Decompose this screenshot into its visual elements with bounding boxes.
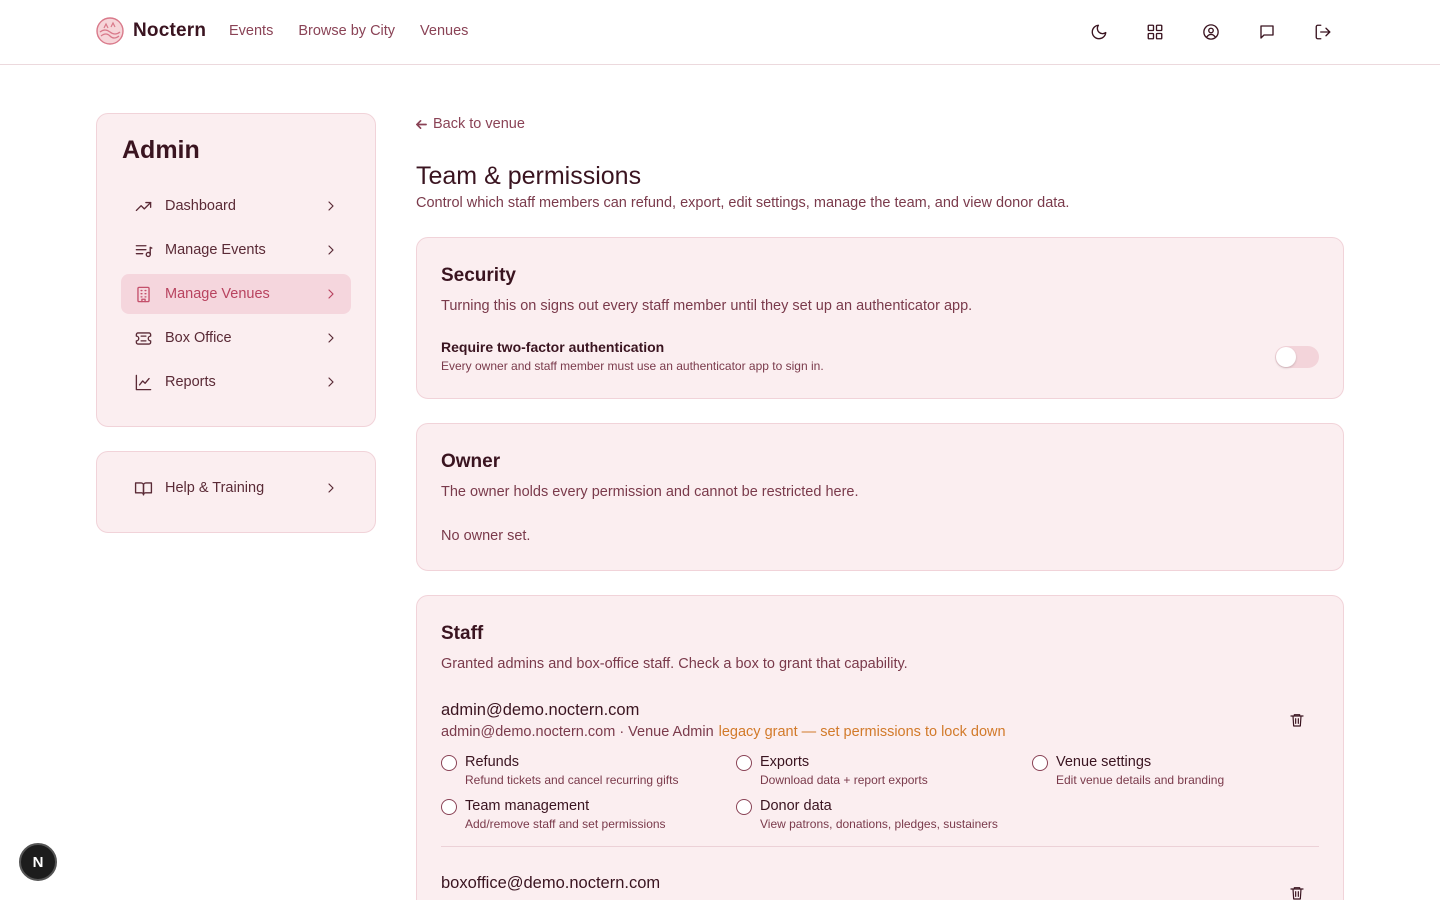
grid-icon[interactable] [1143, 20, 1167, 44]
main-nav: Events Browse by City Venues [229, 23, 468, 39]
permission-refunds: Refunds Refund tickets and cancel recurri… [441, 754, 678, 787]
permission-desc: View patrons, donations, pledges, sustai… [760, 817, 998, 831]
sidebar-item-manage-venues[interactable]: Manage Venues [121, 274, 351, 314]
owner-title: Owner [441, 451, 501, 472]
list-music-icon [133, 240, 153, 260]
permission-team-management: Team management Add/remove staff and set … [441, 798, 666, 831]
chevron-right-icon [323, 480, 339, 496]
help-card: Help & Training [96, 451, 376, 533]
header-actions [1087, 20, 1335, 44]
brand-name: Noctern [133, 20, 207, 41]
arrow-left-icon [416, 119, 427, 129]
logout-icon[interactable] [1311, 20, 1335, 44]
two-factor-hint: Every owner and staff member must use an… [441, 359, 824, 373]
sidebar-item-box-office[interactable]: Box Office [121, 318, 351, 358]
message-icon[interactable] [1255, 20, 1279, 44]
permission-checkbox[interactable] [736, 755, 752, 771]
sidebar-item-label: Manage Events [165, 242, 266, 258]
security-card: Security Turning this on signs out every… [416, 237, 1344, 399]
page-subtitle: Control which staff members can refund, … [416, 195, 1070, 211]
owner-empty-text: No owner set. [441, 528, 531, 544]
back-to-venue-link[interactable]: Back to venue [416, 116, 525, 132]
sidebar-item-label: Help & Training [165, 480, 265, 496]
permission-name: Venue settings [1056, 754, 1152, 770]
top-navbar: Noctern Events Browse by City Venues [0, 0, 1440, 65]
trash-icon [1290, 714, 1304, 727]
ticket-icon [133, 328, 153, 348]
sidebar-item-help-training[interactable]: Help & Training [121, 468, 351, 508]
sidebar-item-manage-events[interactable]: Manage Events [121, 230, 351, 270]
dev-tools-button[interactable]: N [19, 843, 57, 881]
permission-name: Donor data [760, 798, 832, 814]
trending-up-icon [133, 196, 153, 216]
security-desc: Turning this on signs out every staff me… [441, 298, 973, 314]
chevron-right-icon [323, 330, 339, 346]
trash-icon [1290, 887, 1304, 900]
chevron-right-icon [323, 374, 339, 390]
permission-venue-settings: Venue settings Edit venue details and bra… [1032, 754, 1224, 787]
permission-desc: Download data + report exports [760, 773, 928, 787]
admin-sidebar: Admin Dashboard Manage Events Manage Ven… [96, 113, 376, 427]
user-circle-icon[interactable] [1199, 20, 1223, 44]
sidebar-item-dashboard[interactable]: Dashboard [121, 186, 351, 226]
chevron-right-icon [323, 242, 339, 258]
permission-desc: Add/remove staff and set permissions [465, 817, 666, 831]
permission-checkbox[interactable] [441, 755, 457, 771]
moon-icon[interactable] [1087, 20, 1111, 44]
brand[interactable]: Noctern [96, 17, 206, 45]
two-factor-label: Require two-factor authentication [441, 339, 665, 355]
staff-desc: Granted admins and box-office staff. Che… [441, 656, 908, 672]
nav-events[interactable]: Events [229, 23, 273, 39]
staff-title: Staff [441, 623, 484, 644]
security-title: Security [441, 265, 516, 286]
permission-exports: Exports Download data + report exports [736, 754, 928, 787]
logo-icon [96, 17, 124, 45]
remove-member-button[interactable] [1289, 885, 1307, 900]
chevron-right-icon [323, 198, 339, 214]
nav-browse-by-city[interactable]: Browse by City [298, 23, 395, 39]
member-email: admin@demo.noctern.com [441, 701, 640, 719]
sidebar-item-label: Reports [165, 374, 216, 390]
legacy-grant-warning: legacy grant — set permissions to lock d… [718, 724, 1006, 740]
member-meta: admin@demo.noctern.com · Venue Admin lega… [441, 724, 1006, 740]
permission-desc: Edit venue details and branding [1056, 773, 1225, 787]
sidebar-item-label: Manage Venues [165, 286, 270, 302]
staff-card: Staff Granted admins and box-office staf… [416, 595, 1344, 900]
nav-venues[interactable]: Venues [420, 23, 468, 39]
sidebar-title: Admin [122, 136, 200, 164]
member-divider [441, 846, 1319, 847]
sidebar-item-reports[interactable]: Reports [121, 362, 351, 402]
back-label: Back to venue [433, 116, 525, 132]
permission-name: Exports [760, 754, 810, 770]
permission-desc: Refund tickets and cancel recurring gift… [465, 773, 679, 787]
remove-member-button[interactable] [1289, 712, 1307, 730]
sidebar-item-label: Box Office [165, 330, 232, 346]
permission-checkbox[interactable] [736, 799, 752, 815]
permission-name: Team management [465, 798, 590, 814]
line-chart-icon [133, 372, 153, 392]
owner-desc: The owner holds every permission and can… [441, 484, 859, 500]
two-factor-toggle[interactable] [1275, 346, 1319, 368]
chevron-right-icon [323, 286, 339, 302]
permission-checkbox[interactable] [1032, 755, 1048, 771]
book-open-icon [133, 478, 153, 498]
building-icon [133, 284, 153, 304]
permission-name: Refunds [465, 754, 520, 770]
permission-donor-data: Donor data View patrons, donations, pledg… [736, 798, 998, 831]
toggle-knob [1276, 347, 1296, 367]
member-email: boxoffice@demo.noctern.com [441, 874, 661, 892]
sidebar-item-label: Dashboard [165, 198, 236, 214]
member-role: admin@demo.noctern.com · Venue Admin [441, 724, 714, 740]
permission-checkbox[interactable] [441, 799, 457, 815]
page-title: Team & permissions [416, 162, 642, 190]
owner-card: Owner The owner holds every permission a… [416, 423, 1344, 571]
